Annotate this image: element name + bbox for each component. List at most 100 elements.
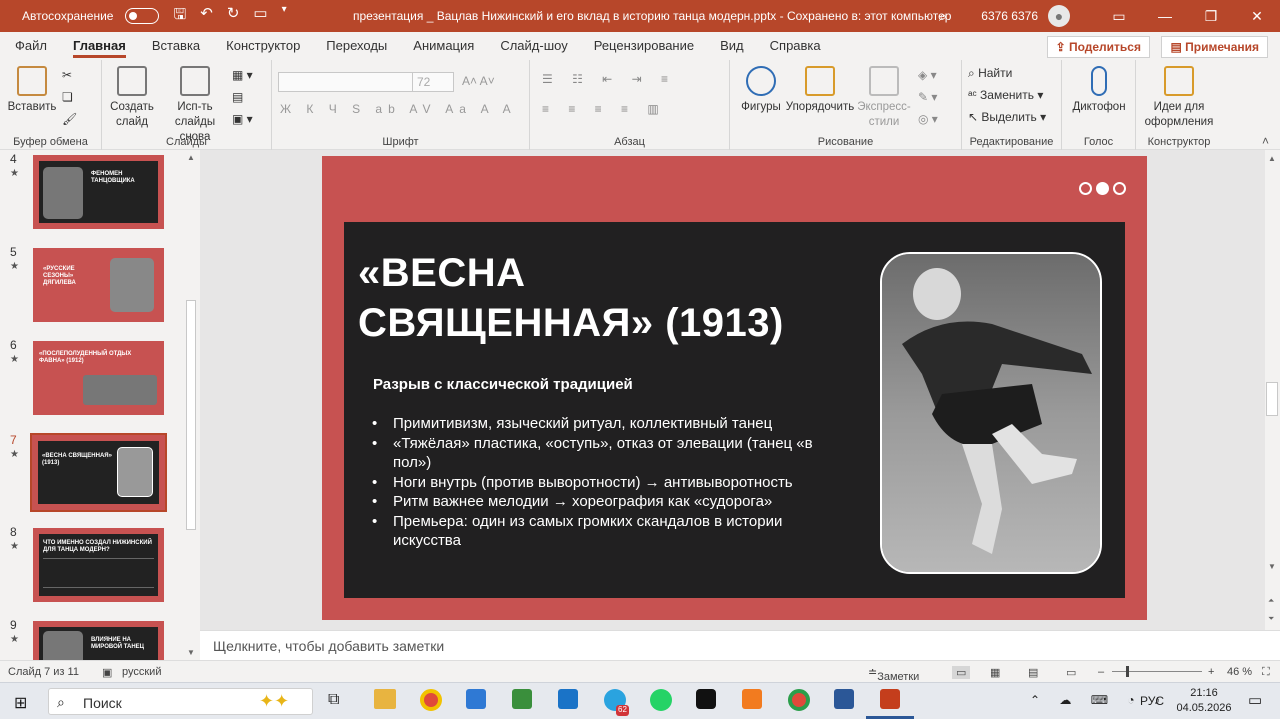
- next-slide-icon[interactable]: ⏷: [1268, 614, 1274, 624]
- sublime-icon[interactable]: [742, 689, 762, 709]
- thumbnail-slide-4[interactable]: ФЕНОМЕН ТАНЦОВЩИКА: [33, 155, 164, 229]
- minimize-icon[interactable]: —: [1142, 8, 1188, 24]
- tab-design[interactable]: Конструктор: [213, 32, 313, 60]
- collapse-ribbon-icon[interactable]: ˄: [1262, 134, 1269, 148]
- scrollbar-thumb[interactable]: [186, 300, 196, 530]
- align-icons[interactable]: ≡ ≡ ≡ ≡ ▥: [542, 102, 667, 116]
- chrome-profile-icon[interactable]: [788, 689, 810, 711]
- fit-to-window-icon[interactable]: ⛶: [1262, 666, 1270, 679]
- fill-icon[interactable]: ◈ ▾: [918, 68, 937, 82]
- find-button[interactable]: ⌕ Найти: [968, 66, 1012, 81]
- chrome-icon[interactable]: [420, 689, 442, 711]
- quick-styles-button[interactable]: Экспресс-стили: [854, 66, 914, 130]
- font-size-dropdown[interactable]: 72: [412, 72, 454, 92]
- thumbnails-scrollbar[interactable]: ▲ ▼: [184, 150, 198, 660]
- tab-insert[interactable]: Вставка: [139, 32, 213, 60]
- search-icon[interactable]: ⌕: [939, 8, 947, 25]
- maximize-icon[interactable]: ❐: [1188, 8, 1234, 25]
- tab-slideshow[interactable]: Слайд-шоу: [487, 32, 580, 60]
- notes-toggle-button[interactable]: ≐ Заметки: [868, 666, 919, 683]
- outline-icon[interactable]: ✎ ▾: [918, 90, 937, 104]
- tab-home[interactable]: Главная: [60, 32, 139, 60]
- slide-title[interactable]: «ВЕСНА СВЯЩЕННАЯ» (1913): [358, 248, 784, 348]
- scroll-down-icon[interactable]: ▼: [1268, 562, 1276, 571]
- scroll-up-icon[interactable]: ▲: [187, 153, 195, 162]
- word-icon[interactable]: [834, 689, 854, 709]
- tab-transitions[interactable]: Переходы: [313, 32, 400, 60]
- start-icon[interactable]: ⊞: [14, 693, 27, 713]
- outlook-icon[interactable]: [558, 689, 578, 709]
- shapes-button[interactable]: Фигуры: [738, 66, 784, 115]
- scrollbar-thumb[interactable]: [1266, 382, 1278, 416]
- customize-qa-icon[interactable]: ▾: [282, 4, 287, 29]
- select-button[interactable]: ↖ Выделить ▾: [968, 110, 1046, 124]
- reading-view-icon[interactable]: ▤: [1028, 666, 1038, 679]
- zoom-in-icon[interactable]: +: [1208, 666, 1214, 678]
- ribbon-display-icon[interactable]: ▭: [1096, 8, 1142, 25]
- tab-view[interactable]: Вид: [707, 32, 757, 60]
- slideshow-view-icon[interactable]: ▭: [1066, 666, 1076, 679]
- replace-button[interactable]: ᵃᶜ Заменить ▾: [968, 88, 1043, 102]
- file-explorer-icon[interactable]: [374, 689, 396, 709]
- language-label[interactable]: русский: [122, 666, 161, 678]
- notes-pane[interactable]: Щелкните, чтобы добавить заметки: [200, 630, 1280, 660]
- prev-slide-icon[interactable]: ⏶: [1268, 596, 1274, 606]
- taskbar-search[interactable]: ⌕ Поиск ✦✦: [48, 688, 313, 715]
- zoom-out-icon[interactable]: –: [1098, 666, 1104, 678]
- copy-icon[interactable]: ❏: [62, 90, 73, 104]
- slide-subheading[interactable]: Разрыв с классической традицией: [373, 376, 633, 393]
- share-button[interactable]: ⇪ Поделиться: [1046, 36, 1150, 58]
- thumbnail-slide-7-selected[interactable]: «ВЕСНА СВЯЩЕННАЯ» (1913): [28, 431, 169, 514]
- thumbnail-slide-6[interactable]: «ПОСЛЕПОЛУДЕННЫЙ ОТДЫХ ФАВНА» (1912): [33, 341, 164, 415]
- thumbnail-slide-9[interactable]: ВЛИЯНИЕ НА МИРОВОЙ ТАНЕЦ: [33, 621, 164, 660]
- layout-icon[interactable]: ▦ ▾: [232, 68, 253, 82]
- present-icon[interactable]: ▭: [253, 4, 267, 29]
- slide-sorter-icon[interactable]: ▦: [990, 666, 1000, 679]
- current-slide[interactable]: «ВЕСНА СВЯЩЕННАЯ» (1913) Разрыв с класси…: [322, 156, 1147, 620]
- format-painter-icon[interactable]: 🖌: [62, 112, 77, 126]
- undo-icon[interactable]: ↶: [200, 4, 213, 29]
- bullet-list[interactable]: Примитивизм, языческий ритуал, коллектив…: [372, 414, 842, 551]
- zoom-level[interactable]: 46 %: [1227, 666, 1252, 678]
- whatsapp-icon[interactable]: [650, 689, 672, 711]
- spellcheck-icon[interactable]: ▣: [102, 666, 112, 679]
- app-icon[interactable]: [512, 689, 532, 709]
- scroll-down-icon[interactable]: ▼: [187, 648, 195, 657]
- tab-review[interactable]: Рецензирование: [581, 32, 707, 60]
- normal-view-icon[interactable]: ▭: [952, 666, 971, 679]
- autosave-toggle[interactable]: [125, 8, 160, 24]
- thumbnail-slide-5[interactable]: «РУССКИЕ СЕЗОНЫ» ДЯГИЛЕВА: [33, 248, 164, 322]
- paste-button[interactable]: Вставить: [6, 66, 58, 115]
- tab-animations[interactable]: Анимация: [400, 32, 487, 60]
- clock[interactable]: 21:16 04.05.2026: [1176, 686, 1232, 716]
- powerpoint-icon[interactable]: [880, 689, 900, 709]
- input-language[interactable]: РУС: [1140, 694, 1164, 708]
- scroll-up-icon[interactable]: ▲: [1268, 154, 1276, 163]
- font-format-icons[interactable]: Ж К Ч S ab AV Aa A A: [280, 102, 517, 116]
- save-icon[interactable]: 🖫: [173, 4, 186, 29]
- app-icon[interactable]: [696, 689, 716, 709]
- reuse-slides-button[interactable]: Исп-ть слайды снова: [164, 66, 226, 145]
- store-icon[interactable]: [466, 689, 486, 709]
- cut-icon[interactable]: ✂: [62, 68, 72, 82]
- notifications-icon[interactable]: ▭: [1248, 691, 1262, 709]
- comments-button[interactable]: ▤ Примечания: [1161, 36, 1268, 58]
- list-icons[interactable]: ☰ ☷ ⇤ ⇥ ≡: [542, 72, 676, 86]
- redo-icon[interactable]: ↻: [227, 4, 240, 29]
- font-family-dropdown[interactable]: [278, 72, 414, 92]
- editor-scrollbar[interactable]: ▲ ▼ ⏶ ⏷: [1265, 150, 1280, 630]
- document-title[interactable]: презентация _ Вацлав Нижинский и его вкл…: [353, 9, 951, 23]
- effects-icon[interactable]: ◎ ▾: [918, 112, 938, 126]
- dancer-photo[interactable]: [880, 252, 1102, 574]
- reset-icon[interactable]: ▤: [232, 90, 243, 104]
- task-view-icon[interactable]: ⧉: [328, 691, 339, 709]
- arrange-button[interactable]: Упорядочить: [784, 66, 856, 115]
- new-slide-button[interactable]: Создать слайд: [106, 66, 158, 130]
- grow-font-icon[interactable]: A˄ A˅: [462, 74, 495, 88]
- avatar[interactable]: ●: [1048, 5, 1070, 27]
- design-ideas-button[interactable]: Идеи для оформления: [1142, 66, 1216, 130]
- dictate-button[interactable]: Диктофон: [1068, 66, 1130, 115]
- close-icon[interactable]: ✕: [1234, 8, 1280, 25]
- tab-help[interactable]: Справка: [757, 32, 834, 60]
- thumbnail-slide-8[interactable]: ЧТО ИМЕННО СОЗДАЛ НИЖИНСКИЙ ДЛЯ ТАНЦА МО…: [33, 528, 164, 602]
